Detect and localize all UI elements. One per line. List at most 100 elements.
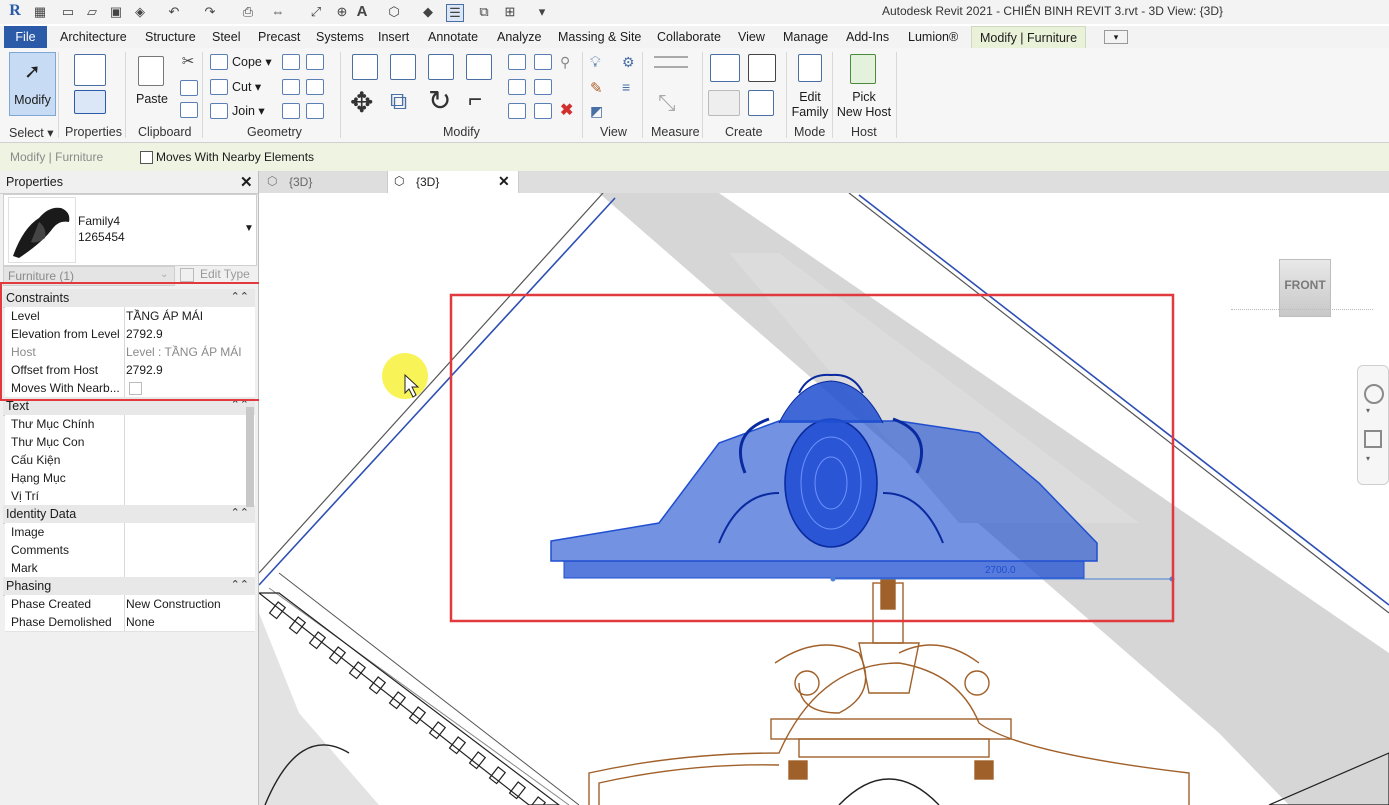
section-icon[interactable]: ◆	[420, 4, 436, 20]
thin-lines-toggle-icon[interactable]: ≡	[622, 79, 630, 95]
tab-insert[interactable]: Insert	[378, 30, 409, 44]
pick-new-host-button[interactable]: Pick New Host	[836, 52, 892, 122]
align-icon[interactable]	[352, 54, 378, 80]
lightbulb-icon[interactable]: 💡︎	[590, 54, 601, 71]
close-icon[interactable]: ✕	[240, 173, 253, 191]
measure-between-icon[interactable]	[654, 56, 688, 68]
tab-steel[interactable]: Steel	[212, 30, 241, 44]
mirror-axis-icon[interactable]	[428, 54, 454, 80]
tab-architecture[interactable]: Architecture	[60, 30, 127, 44]
unpin-icon[interactable]	[534, 103, 552, 119]
close-tab-icon[interactable]: ✕	[498, 173, 510, 190]
group-phasing[interactable]: Phasing ⌃⌃	[3, 577, 255, 596]
home-icon[interactable]: ▦	[32, 4, 48, 20]
viewcube-compass[interactable]	[1231, 309, 1373, 318]
tab-analyze[interactable]: Analyze	[497, 30, 541, 44]
edit-family-button[interactable]: Edit Family	[792, 52, 828, 122]
tab-systems[interactable]: Systems	[316, 30, 364, 44]
beam-join-icon[interactable]	[282, 103, 300, 119]
view-tab-inactive[interactable]: ⬡ {3D}	[261, 171, 385, 193]
redo-icon[interactable]: ↷	[202, 4, 218, 20]
tab-manage[interactable]: Manage	[783, 30, 828, 44]
panel-toggle-icon[interactable]: ▾	[1104, 30, 1128, 44]
hide-element-icon[interactable]: ◩	[590, 103, 603, 120]
prop-row-phase-demolished[interactable]: Phase Demolished None	[5, 613, 255, 632]
prop-row-thu-muc-chinh[interactable]: Thư Mục Chính	[5, 415, 255, 434]
switch-windows-icon[interactable]: ⊞	[502, 4, 518, 20]
close-hidden-icon[interactable]: ⧉	[476, 4, 492, 20]
prop-row-mark[interactable]: Mark	[5, 559, 255, 578]
offset-icon[interactable]	[390, 54, 416, 80]
tab-annotate[interactable]: Annotate	[428, 30, 478, 44]
moves-with-nearby-checkbox[interactable]	[140, 151, 153, 164]
tab-collaborate[interactable]: Collaborate	[657, 30, 721, 44]
zoom-region-icon[interactable]	[1364, 430, 1382, 448]
aligned-dimension-icon[interactable]: ⤡	[658, 90, 676, 116]
measure-icon[interactable]: ⇔	[270, 4, 286, 20]
graphics-override-icon[interactable]: ⚙	[622, 54, 635, 71]
edit-type-button[interactable]: Edit Type	[180, 267, 254, 283]
new-file-icon[interactable]: ▭	[60, 4, 76, 20]
cope-button[interactable]: Cope ▾	[232, 54, 272, 69]
text-icon[interactable]: A	[354, 4, 370, 20]
demolish-icon[interactable]	[306, 79, 324, 95]
pin-icon[interactable]: ⚲	[560, 54, 570, 71]
split-gap-icon[interactable]	[534, 54, 552, 70]
3d-view-icon[interactable]: ⬡	[386, 4, 402, 20]
array-icon[interactable]	[508, 79, 526, 95]
create-similar-icon[interactable]	[748, 90, 774, 116]
type-selector[interactable]: Family4 1265454 ▼	[3, 194, 257, 266]
paste-button[interactable]: Paste	[134, 52, 170, 114]
create-parts-icon[interactable]	[748, 54, 776, 82]
cut-scissors-icon[interactable]: ✂	[180, 54, 196, 70]
tag-icon[interactable]: ⊕	[334, 4, 350, 20]
move-icon[interactable]: ✥	[350, 86, 373, 119]
group-identity-data[interactable]: Identity Data ⌃⌃	[3, 505, 255, 524]
3d-viewport[interactable]: 2700.0 FRONT ▾ ▾	[259, 193, 1389, 805]
customize-qat-icon[interactable]: ▾	[534, 4, 550, 20]
match-type-icon[interactable]	[180, 102, 198, 118]
steering-wheel-icon[interactable]	[1364, 384, 1384, 404]
create-group-icon[interactable]	[708, 90, 740, 116]
undo-icon[interactable]: ↶	[166, 4, 182, 20]
revit-logo-icon[interactable]: R	[6, 3, 24, 21]
chevron-down-icon[interactable]: ▾	[1366, 406, 1370, 415]
join-button[interactable]: Join ▾	[232, 103, 265, 118]
view-tab-active[interactable]: ⬡ {3D} ✕	[387, 171, 519, 193]
scale-icon[interactable]	[534, 79, 552, 95]
tab-precast[interactable]: Precast	[258, 30, 300, 44]
prop-row-thu-muc-con[interactable]: Thư Mục Con	[5, 433, 255, 452]
tab-file[interactable]: File	[4, 26, 47, 48]
prop-row-image[interactable]: Image	[5, 523, 255, 542]
trim-multiple-icon[interactable]	[508, 103, 526, 119]
copy-icon[interactable]	[180, 80, 198, 96]
properties-scrollbar[interactable]	[246, 407, 254, 507]
align-dimension-icon[interactable]: ⤢	[308, 4, 324, 20]
create-assembly-icon[interactable]	[710, 54, 740, 82]
linework-icon[interactable]: ✎	[590, 79, 603, 97]
mirror-draw-icon[interactable]	[466, 54, 492, 80]
tab-structure[interactable]: Structure	[145, 30, 196, 44]
tab-lumion[interactable]: Lumion®	[908, 30, 958, 44]
prop-row-hang-muc[interactable]: Hạng Mục	[5, 469, 255, 488]
prop-row-comments[interactable]: Comments	[5, 541, 255, 560]
chevron-down-icon[interactable]: ▼	[244, 223, 254, 234]
remove-paint-icon[interactable]	[306, 103, 324, 119]
chevron-down-icon[interactable]: ▾	[1366, 454, 1370, 463]
tab-view[interactable]: View	[738, 30, 765, 44]
prop-row-cau-kien[interactable]: Cấu Kiện	[5, 451, 255, 470]
delete-icon[interactable]: ✖	[560, 100, 573, 120]
split-element-icon[interactable]	[508, 54, 526, 70]
rotate-icon[interactable]: ↻	[428, 84, 451, 117]
select-panel-label[interactable]: Select ▾	[9, 125, 54, 140]
properties-button[interactable]	[72, 52, 110, 114]
print-icon[interactable]: ⎙	[240, 4, 256, 20]
trim-extend-icon[interactable]: ⌐	[468, 86, 482, 114]
prop-row-phase-created[interactable]: Phase Created New Construction	[5, 595, 255, 614]
paint-icon[interactable]	[306, 54, 324, 70]
save-icon[interactable]: ▣	[108, 4, 124, 20]
copy-elements-icon[interactable]: ⧉	[390, 88, 407, 116]
tab-massing-site[interactable]: Massing & Site	[558, 30, 641, 44]
prop-row-vi-tri[interactable]: Vị Trí	[5, 487, 255, 506]
split-face-icon[interactable]	[282, 54, 300, 70]
